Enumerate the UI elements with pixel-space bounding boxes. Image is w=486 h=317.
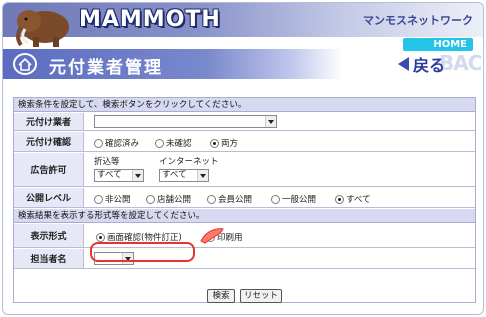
row-ad-permission: 広告許可 折込等 すべて インターネット すべて	[14, 153, 475, 187]
chevron-down-icon	[197, 170, 208, 181]
ad-flyer-label: 折込等	[94, 157, 120, 167]
confirm-radio-unconfirmed[interactable]: 未確認	[155, 137, 192, 149]
confirm-label: 元付け確認	[14, 132, 84, 151]
public-radio-private[interactable]: 非公開	[94, 193, 131, 205]
public-label: 公開レベル	[14, 188, 84, 207]
back-watermark: BACK	[439, 51, 483, 75]
ad-label: 広告許可	[14, 153, 84, 186]
selection-highlight	[90, 242, 195, 262]
row-format: 表示形式 画面確認(物件訂正) 印刷用	[14, 224, 475, 248]
page-title: 元付業者管理	[49, 58, 163, 78]
row-staff: 担当者名	[14, 249, 475, 269]
search-section-header: 検索条件を設定して、検索ボタンをクリックしてください。	[14, 98, 475, 112]
chevron-down-icon	[132, 170, 143, 181]
window-frame: MAMMOTH マンモスネットワーク HOME 元付業者管理 BACK 戻る 検…	[2, 2, 484, 315]
brand-logo-text: MAMMOTH	[79, 7, 221, 32]
motozuke-select[interactable]	[94, 115, 277, 128]
ad-flyer-select[interactable]: すべて	[94, 169, 144, 182]
motozuke-label: 元付け業者	[14, 113, 84, 130]
public-radio-store[interactable]: 店舗公開	[146, 193, 191, 205]
home-button[interactable]: HOME	[403, 38, 473, 51]
public-radio-general[interactable]: 一般公開	[271, 193, 316, 205]
public-radio-member[interactable]: 会員公開	[207, 193, 252, 205]
search-button[interactable]: 検索	[207, 289, 235, 303]
back-button[interactable]: 戻る	[413, 52, 445, 76]
ad-internet-label: インターネット	[159, 157, 219, 167]
network-brand: マンモスネットワーク	[363, 14, 473, 27]
row-motozuke: 元付け業者	[14, 113, 475, 131]
ad-internet-select[interactable]: すべて	[159, 169, 209, 182]
row-confirm: 元付け確認 確認済み 未確認 両方	[14, 132, 475, 152]
row-public-level: 公開レベル 非公開 店舗公開 会員公開 一般公開 すべて	[14, 188, 475, 208]
confirm-radio-both[interactable]: 両方	[210, 137, 238, 149]
public-radio-all[interactable]: すべて	[335, 193, 371, 205]
search-form: 検索条件を設定して、検索ボタンをクリックしてください。 元付け業者 元付け確認 …	[13, 97, 476, 303]
mammoth-logo	[16, 10, 69, 47]
staff-label: 担当者名	[14, 249, 84, 268]
reset-button[interactable]: リセット	[240, 289, 282, 303]
house-icon	[13, 53, 37, 75]
display-section-header: 検索結果を表示する形式等を設定してください。	[14, 209, 475, 223]
confirm-radio-confirmed[interactable]: 確認済み	[94, 137, 139, 149]
chevron-down-icon	[265, 116, 276, 127]
pointing-finger-icon	[200, 228, 224, 244]
back-arrow-icon[interactable]	[398, 57, 409, 71]
format-label: 表示形式	[14, 224, 84, 247]
